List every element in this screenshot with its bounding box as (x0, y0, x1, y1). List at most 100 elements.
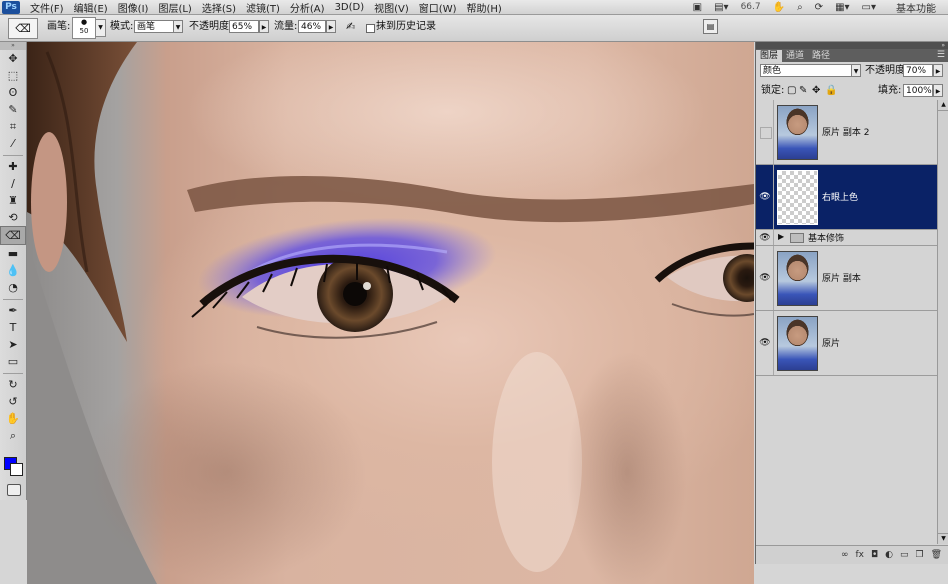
menu-select[interactable]: 选择(S) (202, 0, 236, 15)
clone-stamp-icon[interactable]: ♜ (0, 192, 26, 209)
visibility-toggle-off[interactable] (760, 127, 772, 139)
gradient-icon[interactable]: ▬ (0, 245, 26, 262)
new-layer-icon[interactable]: ❐ (915, 550, 923, 560)
eye-icon[interactable]: 👁 (759, 272, 771, 284)
menu-filter[interactable]: 滤镜(T) (246, 0, 280, 15)
screen-mode-icon[interactable]: ▭▾ (862, 2, 876, 13)
menu-analysis[interactable]: 分析(A) (290, 0, 325, 15)
fill-input[interactable]: 100% (903, 84, 933, 97)
arrange-icon[interactable]: ▤▾ (714, 2, 728, 13)
layer-divider (773, 165, 774, 229)
quick-mask-icon[interactable] (7, 484, 21, 496)
history-brush-icon[interactable]: ⟲ (0, 209, 26, 226)
layer-row[interactable]: 👁 原片 (756, 311, 937, 376)
add-mask-icon[interactable]: ◘ (871, 550, 878, 560)
layer-style-icon[interactable]: fx (855, 550, 864, 560)
menu-file[interactable]: 文件(F) (30, 0, 64, 15)
zoom-level[interactable]: 66.7 (741, 2, 761, 12)
bridge-icon[interactable]: ▣ (693, 2, 702, 13)
zoom-icon[interactable]: ⌕ (0, 427, 26, 444)
link-layers-icon[interactable]: ∞ (841, 550, 849, 560)
blend-mode-arrow[interactable]: ▼ (851, 64, 861, 77)
mode-dropdown-arrow[interactable]: ▼ (173, 20, 183, 33)
hand-icon[interactable]: ✋ (773, 2, 785, 13)
lock-pixels-icon[interactable]: ✎ (799, 84, 807, 98)
tab-channels[interactable]: 通道 (782, 50, 808, 62)
panel-toggle-icon[interactable]: ▤ (703, 19, 718, 34)
group-name[interactable]: 基本修饰 (808, 231, 844, 244)
opacity-input[interactable]: 65% (229, 20, 259, 33)
toolbox-grip[interactable]: » (0, 42, 26, 50)
zoom-icon[interactable]: ⌕ (797, 2, 803, 13)
lock-all-icon[interactable]: 🔒 (825, 84, 837, 98)
marquee-icon[interactable]: ⬚ (0, 67, 26, 84)
blur-icon[interactable]: 💧 (0, 262, 26, 279)
background-color-swatch[interactable] (10, 463, 23, 476)
orbit-3d-icon[interactable]: ↺ (0, 393, 26, 410)
menu-3d[interactable]: 3D(D) (335, 2, 365, 13)
type-icon[interactable]: T (0, 319, 26, 336)
quick-select-icon[interactable]: ✎ (0, 101, 26, 118)
blend-mode-select[interactable]: 颜色 (760, 64, 852, 77)
pen-icon[interactable]: ✒ (0, 302, 26, 319)
tool-preset-picker[interactable]: ⌫ (8, 18, 38, 39)
fill-arrow[interactable]: ▶ (933, 84, 943, 97)
opacity-slider-arrow[interactable]: ▶ (259, 20, 269, 33)
menu-help[interactable]: 帮助(H) (467, 0, 502, 15)
erase-history-checkbox[interactable] (366, 24, 375, 33)
eraser-icon[interactable]: ⌫ (0, 226, 26, 245)
tab-layers[interactable]: 图层 (756, 50, 783, 62)
airbrush-icon[interactable]: ✍ (346, 20, 355, 34)
mode-select[interactable]: 画笔 (134, 20, 174, 33)
layer-row[interactable]: 👁 原片 副本 (756, 246, 937, 311)
layer-row[interactable]: 原片 副本 2 (756, 100, 937, 165)
move-icon[interactable]: ✥ (0, 50, 26, 67)
hand-icon[interactable]: ✋ (0, 410, 26, 427)
layer-opacity-arrow[interactable]: ▶ (933, 64, 943, 77)
panel-collapse-button[interactable]: » (756, 42, 948, 49)
eyedropper-icon[interactable]: ⁄ (0, 135, 26, 152)
eye-icon[interactable]: 👁 (759, 191, 771, 203)
flow-slider-arrow[interactable]: ▶ (326, 20, 336, 33)
eye-icon[interactable]: 👁 (759, 337, 771, 349)
lasso-icon[interactable]: ʘ (0, 84, 26, 101)
new-group-icon[interactable]: ▭ (900, 550, 909, 560)
rotate-3d-icon[interactable]: ↻ (0, 376, 26, 393)
delete-layer-icon[interactable]: 🗑 (931, 550, 942, 560)
rotate-view-icon[interactable]: ⟳ (815, 2, 823, 13)
workspace-switcher[interactable]: 基本功能 (896, 0, 936, 15)
brush-preset-picker[interactable]: ● 50 (72, 17, 96, 39)
scroll-up-icon[interactable]: ▲ (938, 100, 948, 111)
brush-dropdown-arrow[interactable]: ▼ (95, 19, 106, 37)
crop-icon[interactable]: ⌗ (0, 118, 26, 135)
lock-position-icon[interactable]: ✥ (812, 84, 820, 98)
adjustment-layer-icon[interactable]: ◐ (885, 550, 893, 560)
menu-image[interactable]: 图像(I) (118, 0, 149, 15)
lock-transparency-icon[interactable]: ▢ (787, 84, 796, 98)
healing-icon[interactable]: ✚ (0, 158, 26, 175)
layer-opacity-input[interactable]: 70% (903, 64, 933, 77)
menu-window[interactable]: 窗口(W) (419, 0, 457, 15)
eye-icon[interactable]: 👁 (759, 232, 771, 244)
layers-scrollbar[interactable]: ▲ ▼ (937, 100, 948, 544)
layer-name[interactable]: 原片 副本 2 (822, 125, 869, 138)
document-canvas[interactable] (27, 42, 754, 584)
shape-icon[interactable]: ▭ (0, 353, 26, 370)
layer-row-selected[interactable]: 👁 右眼上色 (756, 165, 937, 230)
extras-icon[interactable]: ▦▾ (835, 2, 849, 13)
menu-layer[interactable]: 图层(L) (158, 0, 191, 15)
brush-icon[interactable]: ∕ (0, 175, 26, 192)
layer-name[interactable]: 原片 副本 (822, 271, 861, 284)
layer-name[interactable]: 原片 (822, 336, 840, 349)
expand-arrow-icon[interactable]: ▶ (778, 232, 784, 241)
menu-view[interactable]: 视图(V) (374, 0, 409, 15)
menu-edit[interactable]: 编辑(E) (74, 0, 108, 15)
layer-name[interactable]: 右眼上色 (822, 190, 858, 203)
path-select-icon[interactable]: ➤ (0, 336, 26, 353)
tab-paths[interactable]: 路径 (808, 50, 834, 62)
scroll-down-icon[interactable]: ▼ (938, 533, 948, 544)
flow-input[interactable]: 46% (298, 20, 326, 33)
dodge-icon[interactable]: ◔ (0, 279, 26, 296)
layer-group-row[interactable]: 👁 ▶ 基本修饰 (756, 230, 937, 246)
panel-menu-icon[interactable]: ☰ (937, 50, 945, 60)
